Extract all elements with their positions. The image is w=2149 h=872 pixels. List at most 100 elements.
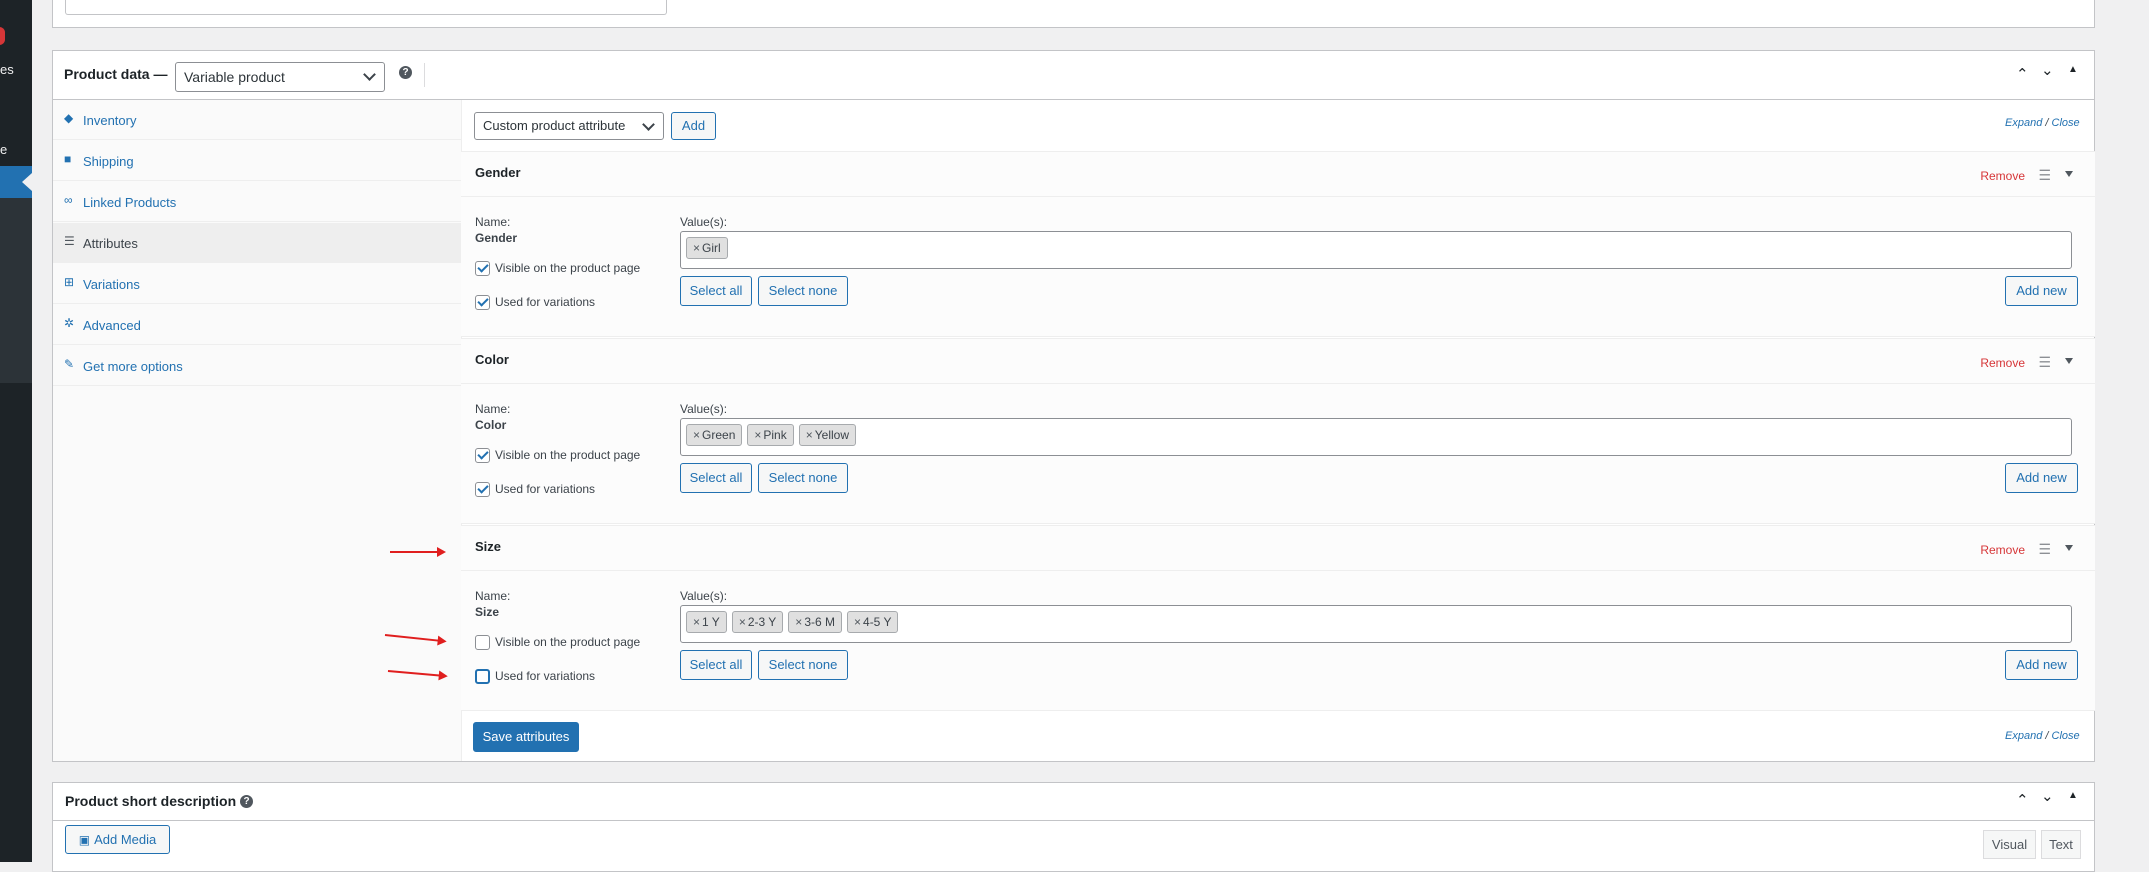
attribute-title: Color — [475, 352, 509, 367]
value-chip[interactable]: × Yellow — [798, 424, 856, 446]
add-media-button[interactable]: ▣ Add Media — [65, 825, 170, 854]
tab-label: Shipping — [83, 154, 134, 169]
collapse-toggle-icon[interactable]: ▲ — [2068, 791, 2078, 801]
tab-label: Get more options — [83, 359, 183, 374]
attribute-title: Gender — [475, 165, 521, 180]
tab-attributes[interactable]: ☰ Attributes — [53, 223, 461, 263]
remove-attribute-link[interactable]: Remove — [1980, 543, 2025, 557]
save-attributes-button[interactable]: Save attributes — [473, 722, 579, 752]
attribute-header[interactable]: Size Remove ☰ — [461, 526, 2095, 571]
attribute-header[interactable]: Color Remove ☰ — [461, 339, 2095, 384]
value-chip[interactable]: × 3-6 M — [788, 611, 842, 633]
collapse-toggle-icon[interactable]: ▲ — [2068, 65, 2078, 75]
add-new-value-button[interactable]: Add new — [2005, 463, 2078, 493]
tab-visual[interactable]: Visual — [1983, 830, 2036, 859]
header-divider — [424, 63, 425, 87]
move-down-icon[interactable]: ⌄ — [2041, 63, 2054, 78]
remove-value-icon[interactable]: × — [693, 241, 700, 255]
close-link[interactable]: Close — [2052, 117, 2080, 129]
tab-advanced[interactable]: ✲ Advanced — [53, 305, 461, 345]
add-attribute-button[interactable]: Add — [671, 112, 716, 140]
values-input[interactable]: × Green × Pink × Yellow — [680, 418, 2072, 456]
values-input[interactable]: × Girl — [680, 231, 2072, 269]
variations-checkbox[interactable] — [475, 295, 490, 310]
tab-inventory[interactable]: ◆ Inventory — [53, 100, 461, 140]
chip-label: 4-5 Y — [863, 615, 892, 629]
move-up-icon[interactable]: ⌃ — [2016, 67, 2029, 82]
remove-value-icon[interactable]: × — [739, 615, 746, 629]
product-type-select[interactable]: Variable product — [175, 62, 385, 92]
move-down-icon[interactable]: ⌄ — [2041, 789, 2054, 804]
visible-label: Visible on the product page — [495, 635, 641, 649]
tab-text[interactable]: Text — [2041, 830, 2081, 859]
product-type-value: Variable product — [184, 69, 285, 85]
add-new-value-button[interactable]: Add new — [2005, 650, 2078, 680]
tab-linked-products[interactable]: ∞ Linked Products — [53, 182, 461, 222]
expand-link[interactable]: Expand — [2005, 730, 2042, 742]
remove-attribute-link[interactable]: Remove — [1980, 356, 2025, 370]
variations-checkbox[interactable] — [475, 482, 490, 497]
variations-label: Used for variations — [495, 295, 596, 309]
chip-label: Girl — [702, 241, 721, 255]
drag-handle-icon[interactable]: ☰ — [2038, 355, 2051, 369]
short-description-metabox: Product short description ? ⌃ ⌄ ▲ ▣ Add M… — [52, 782, 2095, 872]
attribute-type-value: Custom product attribute — [483, 118, 626, 133]
select-none-button[interactable]: Select none — [758, 650, 848, 680]
variations-checkbox[interactable] — [475, 669, 490, 684]
add-new-value-button[interactable]: Add new — [2005, 276, 2078, 306]
value-chip[interactable]: × Girl — [686, 237, 728, 259]
help-icon[interactable]: ? — [240, 795, 253, 808]
admin-sidebar: es e — [0, 0, 32, 862]
close-link[interactable]: Close — [2052, 730, 2080, 742]
sidebar-menu-fragment[interactable]: e — [0, 142, 7, 157]
select-none-button[interactable]: Select none — [758, 463, 848, 493]
attribute-type-select[interactable]: Custom product attribute — [474, 112, 664, 140]
collapse-arrow-icon[interactable] — [2065, 171, 2073, 177]
help-icon[interactable]: ? — [399, 66, 412, 79]
chevron-down-icon — [363, 68, 376, 81]
select-all-button[interactable]: Select all — [680, 463, 752, 493]
drag-handle-icon[interactable]: ☰ — [2038, 168, 2051, 182]
sidebar-menu-fragment[interactable]: es — [0, 62, 14, 77]
tab-variations[interactable]: ⊞ Variations — [53, 264, 461, 304]
sidebar-submenu — [0, 198, 32, 383]
move-up-icon[interactable]: ⌃ — [2016, 793, 2029, 808]
value-chip[interactable]: × Green — [686, 424, 743, 446]
select-none-button[interactable]: Select none — [758, 276, 848, 306]
product-data-metabox: Product data — Variable product ? ⌃ ⌄ ▲ … — [52, 50, 2095, 762]
expand-close-links: Expand / Close — [2005, 117, 2080, 129]
link-separator: / — [2045, 117, 2049, 129]
collapse-arrow-icon[interactable] — [2065, 358, 2073, 364]
attribute-header[interactable]: Gender Remove ☰ — [461, 152, 2095, 197]
remove-value-icon[interactable]: × — [795, 615, 802, 629]
value-chip[interactable]: × 2-3 Y — [731, 611, 784, 633]
previous-input[interactable] — [65, 0, 667, 15]
remove-value-icon[interactable]: × — [693, 428, 700, 442]
tab-shipping[interactable]: ■ Shipping — [53, 141, 461, 181]
tab-label: Variations — [83, 277, 140, 292]
tab-get-more-options[interactable]: ✎ Get more options — [53, 346, 461, 386]
remove-value-icon[interactable]: × — [693, 615, 700, 629]
remove-value-icon[interactable]: × — [754, 428, 761, 442]
collapse-arrow-icon[interactable] — [2065, 545, 2073, 551]
variations-label: Used for variations — [495, 482, 596, 496]
value-chip[interactable]: × 1 Y — [686, 611, 727, 633]
visible-checkbox[interactable] — [475, 635, 490, 650]
select-all-button[interactable]: Select all — [680, 276, 752, 306]
remove-value-icon[interactable]: × — [854, 615, 861, 629]
remove-attribute-link[interactable]: Remove — [1980, 169, 2025, 183]
select-all-button[interactable]: Select all — [680, 650, 752, 680]
values-input[interactable]: × 1 Y × 2-3 Y × 3-6 M × 4-5 Y — [680, 605, 2072, 643]
name-label: Name: — [475, 589, 511, 603]
remove-value-icon[interactable]: × — [806, 428, 813, 442]
tab-label: Advanced — [83, 318, 141, 333]
value-chip[interactable]: × Pink — [747, 424, 794, 446]
visible-checkbox[interactable] — [475, 448, 490, 463]
value-chip[interactable]: × 4-5 Y — [847, 611, 899, 633]
expand-link[interactable]: Expand — [2005, 117, 2042, 129]
values-label: Value(s): — [680, 402, 728, 416]
values-label: Value(s): — [680, 589, 728, 603]
visible-checkbox[interactable] — [475, 261, 490, 276]
drag-handle-icon[interactable]: ☰ — [2038, 542, 2051, 556]
grid-icon: ⊞ — [64, 275, 75, 289]
